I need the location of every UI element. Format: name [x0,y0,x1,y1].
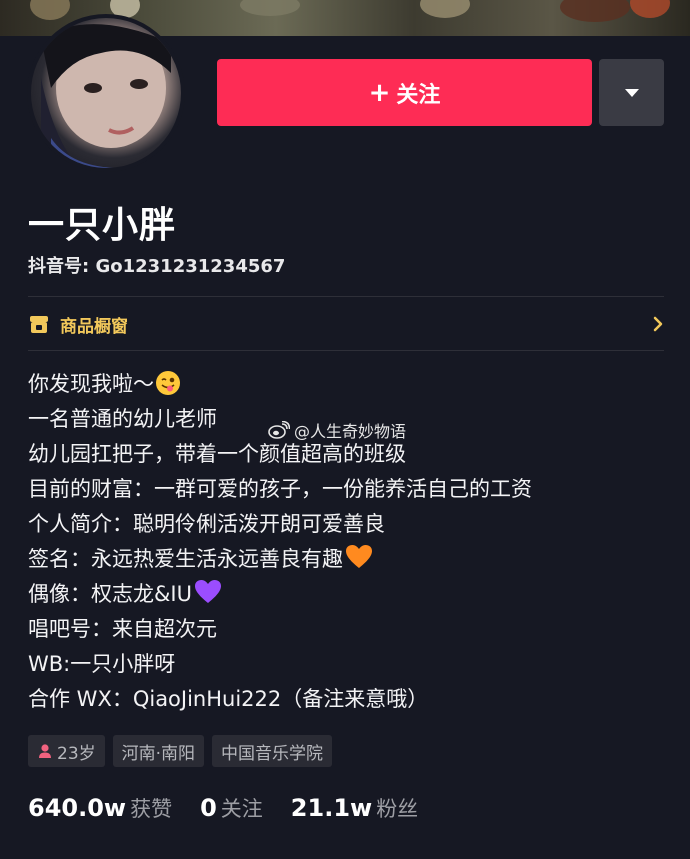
likes-label: 获赞 [130,797,173,821]
plus-icon: + [368,77,391,108]
bio-line: 个人简介：聪明伶俐活泼开朗可爱善良 [28,512,385,536]
triangle-down-icon [624,88,639,97]
bio-line: WB:一只小胖呀 [28,652,176,676]
follow-label: 关注 [396,82,441,108]
winking-tongue-emoji [156,371,180,395]
bio-line: 偶像：权志龙&IU [28,577,664,612]
following-stat[interactable]: 0 关注 [200,793,263,823]
location-tag: 河南·南阳 [112,735,205,767]
divider-top [28,296,664,297]
watermark-text: @人生奇妙物语 [294,422,407,441]
profile-tags: 23岁 河南·南阳 中国音乐学院 [28,735,333,767]
followers-count: 21.1w [290,794,373,822]
purple-heart-emoji [194,580,221,603]
nickname: 一只小胖 [28,205,177,246]
bio-line: 签名：永远热爱生活永远善良有趣 [28,542,664,577]
douyin-id: 抖音号: Go1231231234567 [28,256,286,277]
likes-count: 640.0w [28,794,127,822]
divider-bottom [28,350,664,351]
chevron-right-icon [653,316,663,332]
bio-line: 合作 WX：QiaoJinHui222（备注来意哦） [28,687,429,711]
bio-line: 目前的财富：一群可爱的孩子，一份能养活自己的工资 [28,477,532,501]
followers-stat[interactable]: 21.1w 粉丝 [291,793,418,823]
age-tag: 23岁 [28,735,105,767]
bio-line: 你发现我啦～ [28,367,664,402]
bio-line: 幼儿园扛把子，带着一个颜值超高的班级 [28,442,406,466]
avatar-image [31,18,181,168]
avatar[interactable] [27,14,185,172]
shop-window-label: 商品橱窗 [60,316,128,337]
weibo-icon [268,421,290,439]
school-tag: 中国音乐学院 [212,735,333,767]
following-count: 0 [200,794,217,822]
profile-stats: 640.0w 获赞 0 关注 21.1w 粉丝 [28,793,446,823]
followers-label: 粉丝 [376,797,419,821]
following-label: 关注 [220,797,263,821]
more-options-button[interactable] [599,59,664,126]
likes-stat[interactable]: 640.0w 获赞 [28,793,172,823]
shop-window-link[interactable]: 商品橱窗 [28,308,664,340]
follow-button[interactable]: + 关注 [217,59,592,126]
female-icon [39,744,51,758]
weibo-watermark: @人生奇妙物语 [268,418,406,442]
storefront-icon [30,316,48,333]
orange-heart-emoji [346,545,372,568]
bio-line: 唱吧号：来自超次元 [28,617,217,641]
